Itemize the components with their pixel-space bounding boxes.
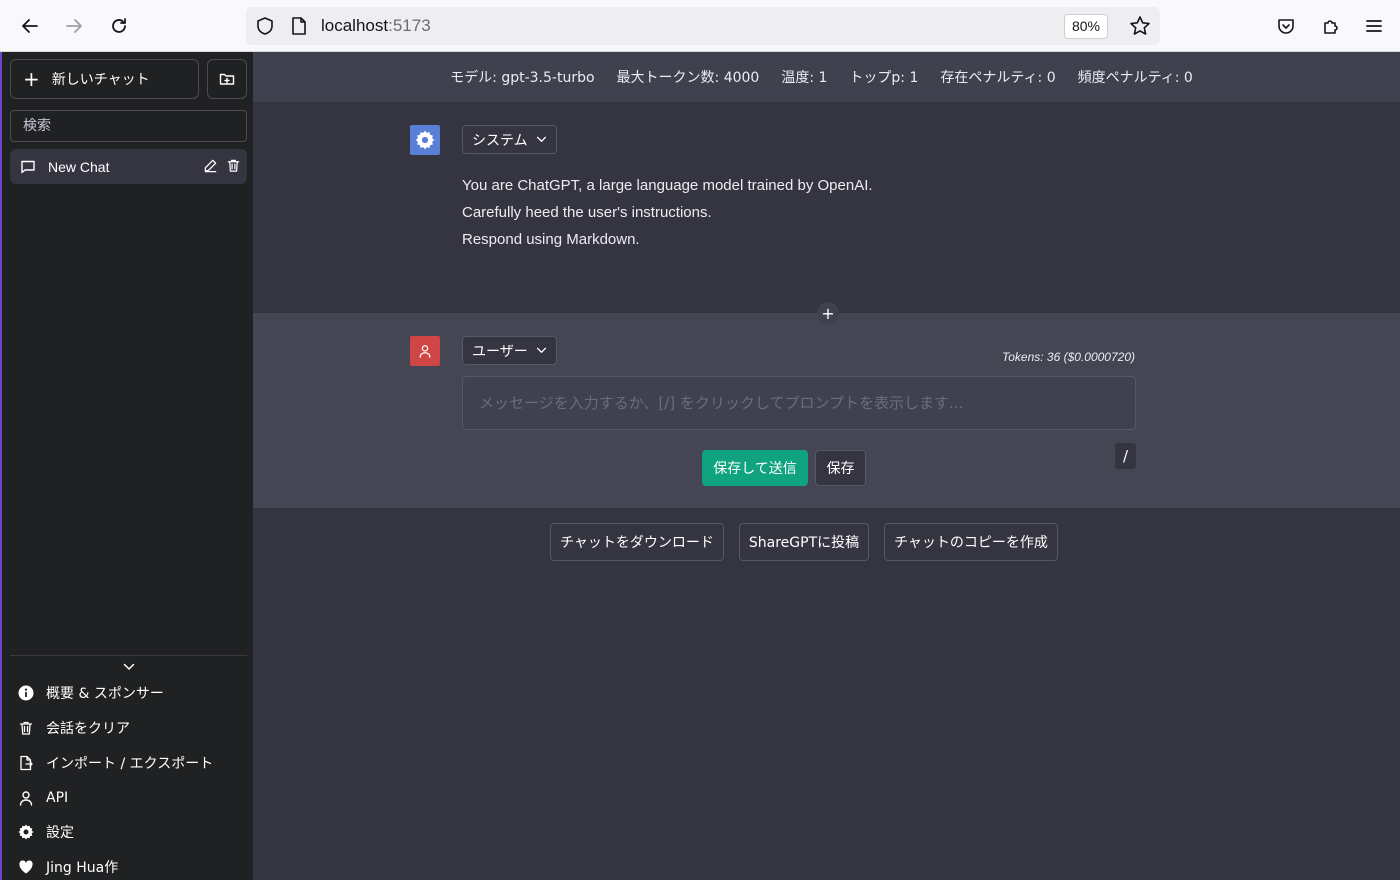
- chevron-down-icon[interactable]: [119, 659, 139, 675]
- token-count: Tokens: 36 ($0.0000720): [1002, 350, 1135, 364]
- role-label: システム: [472, 132, 528, 149]
- copy-chat-button[interactable]: チャットのコピーを作成: [884, 523, 1058, 561]
- config-model: モデル: gpt-3.5-turbo: [450, 70, 595, 86]
- config-top-p: トップp: 1: [849, 70, 919, 86]
- reload-icon[interactable]: [104, 11, 134, 41]
- chat-list-item[interactable]: New Chat: [10, 149, 247, 184]
- user-avatar: [410, 336, 440, 366]
- info-icon: [18, 685, 34, 701]
- sidebar: + 新しいチャット New Chat 概要 & スポンサー 会話をクリア: [0, 52, 253, 880]
- system-line: Respond using Markdown.: [462, 231, 640, 248]
- heart-icon: [18, 859, 34, 875]
- url-text: localhost:5173: [321, 16, 431, 36]
- system-message-content[interactable]: You are ChatGPT, a large language model …: [462, 172, 873, 253]
- menu-item-about[interactable]: 概要 & スポンサー: [18, 682, 164, 704]
- gear-icon: [18, 824, 34, 840]
- new-chat-button[interactable]: + 新しいチャット: [10, 59, 199, 99]
- menu-item-label: 会話をクリア: [46, 721, 130, 737]
- menu-item-import-export[interactable]: インポート / エクスポート: [18, 752, 213, 774]
- shield-icon[interactable]: [255, 16, 275, 40]
- new-chat-label: 新しいチャット: [51, 72, 150, 88]
- back-arrow-icon[interactable]: [15, 11, 45, 41]
- sidebar-divider: [10, 655, 247, 656]
- system-message: システム You are ChatGPT, a large language m…: [253, 102, 1400, 313]
- config-bar[interactable]: モデル: gpt-3.5-turbo 最大トークン数: 4000 温度: 1 ト…: [253, 52, 1400, 102]
- user-message: ユーザー Tokens: 36 ($0.0000720) 保存して送信 保存 /: [253, 313, 1400, 508]
- system-line: You are ChatGPT, a large language model …: [462, 177, 873, 194]
- message-input[interactable]: [462, 376, 1136, 430]
- prompt-library-button[interactable]: /: [1115, 443, 1136, 469]
- pocket-icon[interactable]: [1271, 11, 1301, 41]
- download-chat-button[interactable]: チャットをダウンロード: [550, 523, 724, 561]
- config-temperature: 温度: 1: [781, 70, 828, 86]
- plus-icon: +: [23, 67, 40, 91]
- trash-icon[interactable]: [226, 158, 241, 176]
- system-line: Carefully heed the user's instructions.: [462, 204, 712, 221]
- edit-icon[interactable]: [203, 158, 218, 176]
- system-avatar: [410, 125, 440, 155]
- menu-item-label: API: [46, 790, 69, 806]
- person-icon: [18, 790, 34, 806]
- save-button[interactable]: 保存: [815, 450, 866, 486]
- gear-icon: [415, 130, 435, 150]
- forward-arrow-icon[interactable]: [59, 11, 89, 41]
- menu-item-settings[interactable]: 設定: [18, 821, 74, 843]
- folder-plus-icon: [219, 73, 235, 85]
- menu-item-clear[interactable]: 会話をクリア: [18, 717, 130, 739]
- role-label: ユーザー: [472, 343, 528, 360]
- config-presence-penalty: 存在ペナルティ: 0: [940, 70, 1056, 86]
- person-icon: [419, 345, 431, 358]
- menu-item-api[interactable]: API: [18, 787, 68, 809]
- menu-item-label: 概要 & スポンサー: [46, 686, 164, 702]
- file-export-icon: [18, 755, 34, 771]
- search-input[interactable]: [10, 110, 247, 142]
- main-content: モデル: gpt-3.5-turbo 最大トークン数: 4000 温度: 1 ト…: [253, 52, 1400, 880]
- url-port: :5173: [388, 16, 431, 35]
- menu-icon[interactable]: [1359, 11, 1389, 41]
- new-folder-button[interactable]: [207, 59, 247, 99]
- insert-message-plus-icon[interactable]: +: [817, 302, 839, 324]
- address-bar[interactable]: localhost:5173 80%: [246, 7, 1160, 45]
- menu-item-label: Jing Hua作: [46, 860, 119, 876]
- url-host: localhost: [321, 16, 389, 35]
- menu-item-author[interactable]: Jing Hua作: [18, 856, 118, 878]
- save-and-submit-button[interactable]: 保存して送信: [702, 450, 808, 486]
- zoom-badge[interactable]: 80%: [1063, 14, 1108, 39]
- browser-toolbar: localhost:5173 80%: [0, 0, 1400, 52]
- trash-icon: [18, 720, 34, 736]
- menu-item-label: 設定: [46, 825, 74, 841]
- role-select-user[interactable]: ユーザー: [462, 336, 557, 365]
- menu-item-label: インポート / エクスポート: [46, 756, 214, 772]
- config-max-tokens: 最大トークン数: 4000: [616, 70, 760, 86]
- sharegpt-button[interactable]: ShareGPTに投稿: [739, 523, 869, 561]
- star-icon[interactable]: [1129, 15, 1151, 41]
- chevron-down-icon: [536, 347, 547, 354]
- extensions-icon[interactable]: [1316, 11, 1346, 41]
- page-icon: [290, 16, 308, 40]
- chat-title: New Chat: [48, 158, 110, 175]
- chevron-down-icon: [536, 136, 547, 143]
- chat-bubble-icon: [21, 160, 35, 173]
- role-select-system[interactable]: システム: [462, 125, 557, 154]
- config-frequency-penalty: 頻度ペナルティ: 0: [1077, 70, 1193, 86]
